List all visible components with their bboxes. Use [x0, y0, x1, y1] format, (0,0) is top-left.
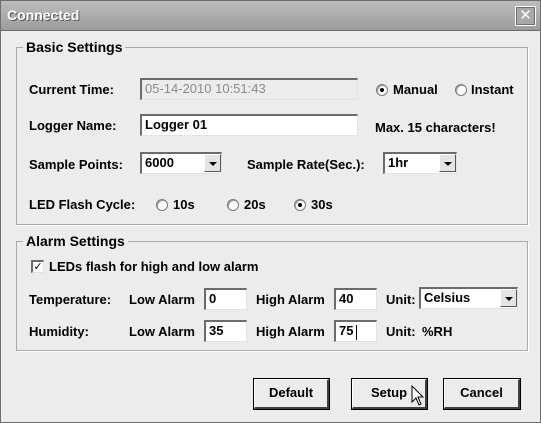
- sample-rate-select[interactable]: 1hr: [383, 152, 457, 174]
- sample-rate-value: 1hr: [388, 155, 409, 170]
- temp-high-alarm-input[interactable]: 40: [334, 288, 377, 310]
- chevron-down-icon[interactable]: [500, 289, 517, 307]
- temp-unit-label: Unit:: [386, 292, 416, 307]
- led-20s-label[interactable]: 20s: [244, 197, 266, 212]
- led-alarm-checkbox[interactable]: ✓: [31, 260, 44, 273]
- cancel-button[interactable]: Cancel: [444, 379, 520, 409]
- led-10s-label[interactable]: 10s: [173, 197, 195, 212]
- chevron-down-icon[interactable]: [439, 154, 456, 172]
- sample-points-select[interactable]: 6000: [140, 152, 222, 174]
- close-button[interactable]: ✕: [515, 6, 536, 26]
- hum-high-alarm-value: 75: [339, 323, 354, 338]
- temp-unit-select[interactable]: Celsius: [419, 287, 518, 309]
- hum-high-alarm-label: High Alarm: [256, 324, 325, 339]
- alarm-settings-legend: Alarm Settings: [26, 233, 125, 249]
- hum-unit-label: Unit:: [386, 324, 416, 339]
- logger-name-label: Logger Name:: [29, 118, 117, 133]
- current-time-field: 05-14-2010 10:51:43: [140, 78, 358, 100]
- temperature-label: Temperature:: [29, 292, 112, 307]
- text-caret: [356, 325, 357, 340]
- led-10s-radio[interactable]: [156, 199, 168, 211]
- chevron-down-icon[interactable]: [204, 154, 221, 172]
- title-bar[interactable]: Connected ✕: [1, 1, 540, 31]
- manual-radio-label[interactable]: Manual: [393, 82, 438, 97]
- led-flash-label: LED Flash Cycle:: [29, 197, 136, 212]
- humidity-label: Humidity:: [29, 324, 89, 339]
- led-20s-radio[interactable]: [227, 199, 239, 211]
- temp-unit-value: Celsius: [424, 290, 471, 305]
- sample-rate-label: Sample Rate(Sec.):: [247, 157, 365, 172]
- hum-high-alarm-input[interactable]: 75: [334, 320, 377, 342]
- temp-low-alarm-label: Low Alarm: [129, 292, 195, 307]
- default-button[interactable]: Default: [254, 379, 329, 409]
- led-30s-radio[interactable]: [294, 199, 306, 211]
- hum-low-alarm-input[interactable]: 35: [204, 320, 247, 342]
- arrow-cursor-icon: [411, 385, 425, 406]
- manual-radio[interactable]: [376, 84, 388, 96]
- close-icon: ✕: [519, 7, 532, 24]
- temp-high-alarm-label: High Alarm: [256, 292, 325, 307]
- current-time-label: Current Time:: [29, 82, 114, 97]
- checkmark-icon: ✓: [33, 261, 43, 273]
- led-alarm-label[interactable]: LEDs flash for high and low alarm: [49, 259, 258, 274]
- basic-settings-legend: Basic Settings: [26, 39, 123, 55]
- sample-points-value: 6000: [145, 155, 174, 170]
- led-30s-label[interactable]: 30s: [311, 197, 333, 212]
- sample-points-label: Sample Points:: [29, 157, 123, 172]
- logger-name-input[interactable]: Logger 01: [140, 114, 358, 136]
- window-title: Connected: [7, 7, 80, 23]
- temp-low-alarm-input[interactable]: 0: [204, 288, 247, 310]
- hum-low-alarm-label: Low Alarm: [129, 324, 195, 339]
- logger-name-hint: Max. 15 characters!: [375, 120, 496, 135]
- hum-unit-value: %RH: [422, 324, 453, 339]
- instant-radio[interactable]: [455, 84, 467, 96]
- instant-radio-label[interactable]: Instant: [471, 82, 514, 97]
- connected-dialog: Connected ✕ Basic Settings Current Time:…: [0, 0, 541, 423]
